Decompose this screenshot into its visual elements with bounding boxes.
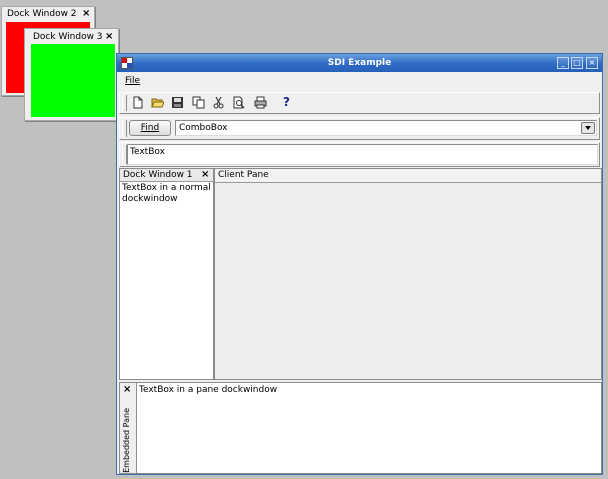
main-window: SDI Example _ □ × File ? Find ComboBox T… [116, 53, 603, 475]
menu-bar: File [117, 73, 602, 90]
dock-window-3-content [31, 44, 115, 117]
client-pane-header: Client Pane [215, 169, 601, 183]
combo-dropdown-button[interactable] [581, 122, 595, 134]
help-glyph: ? [283, 95, 290, 109]
cut-icon[interactable] [212, 96, 225, 109]
embedded-pane: × Embedded Pane TextBox in a pane dockwi… [119, 382, 602, 474]
dock-window-1: Dock Window 1 × TextBox in a normal dock… [119, 168, 214, 380]
embedded-pane-close-icon[interactable]: × [123, 384, 131, 396]
chevron-down-icon [585, 126, 591, 130]
print-preview-icon[interactable] [232, 96, 245, 109]
new-file-icon[interactable] [131, 96, 144, 109]
embedded-pane-title[interactable]: Embedded Pane [120, 397, 134, 473]
close-button[interactable]: × [586, 57, 598, 69]
menu-file[interactable]: File [125, 76, 140, 86]
toolbar-textbox[interactable]: TextBox [127, 144, 598, 165]
help-icon[interactable]: ? [280, 96, 293, 109]
dock-window-3-close-icon[interactable]: × [105, 31, 113, 43]
title-bar[interactable]: SDI Example [117, 54, 602, 72]
toolbar-textbox-value: TextBox [130, 147, 165, 157]
find-toolbar-grip[interactable] [122, 120, 127, 137]
window-title: SDI Example [327, 58, 392, 68]
combo-box[interactable]: ComboBox [175, 120, 597, 136]
print-icon[interactable] [254, 96, 267, 109]
embedded-pane-textbox[interactable]: TextBox in a pane dockwindow [136, 383, 601, 473]
maximize-button[interactable]: □ [571, 57, 583, 69]
client-pane[interactable]: Client Pane [214, 168, 602, 380]
toolbar: ? [119, 92, 600, 114]
dock-window-2-title[interactable]: Dock Window 2 [2, 7, 94, 21]
dock-window-2-close-icon[interactable]: × [82, 8, 90, 20]
save-icon[interactable] [171, 96, 184, 109]
find-button-label: Find [140, 123, 160, 133]
find-button[interactable]: Find [129, 120, 171, 136]
textbox-toolbar: TextBox [119, 142, 600, 167]
find-toolbar: Find ComboBox [119, 117, 600, 140]
dock-window-1-close-icon[interactable]: × [201, 169, 209, 181]
dock-window-1-title[interactable]: Dock Window 1 [120, 169, 213, 182]
dock-window-3[interactable]: Dock Window 3 × [24, 28, 119, 121]
open-folder-icon[interactable] [151, 96, 165, 109]
copy-icon[interactable] [192, 96, 205, 109]
dock-window-1-textbox[interactable]: TextBox in a normal dockwindow [120, 182, 213, 379]
app-icon [121, 57, 133, 69]
combo-box-value: ComboBox [179, 123, 228, 133]
toolbar-grip[interactable] [122, 95, 127, 111]
minimize-button[interactable]: _ [557, 57, 569, 69]
